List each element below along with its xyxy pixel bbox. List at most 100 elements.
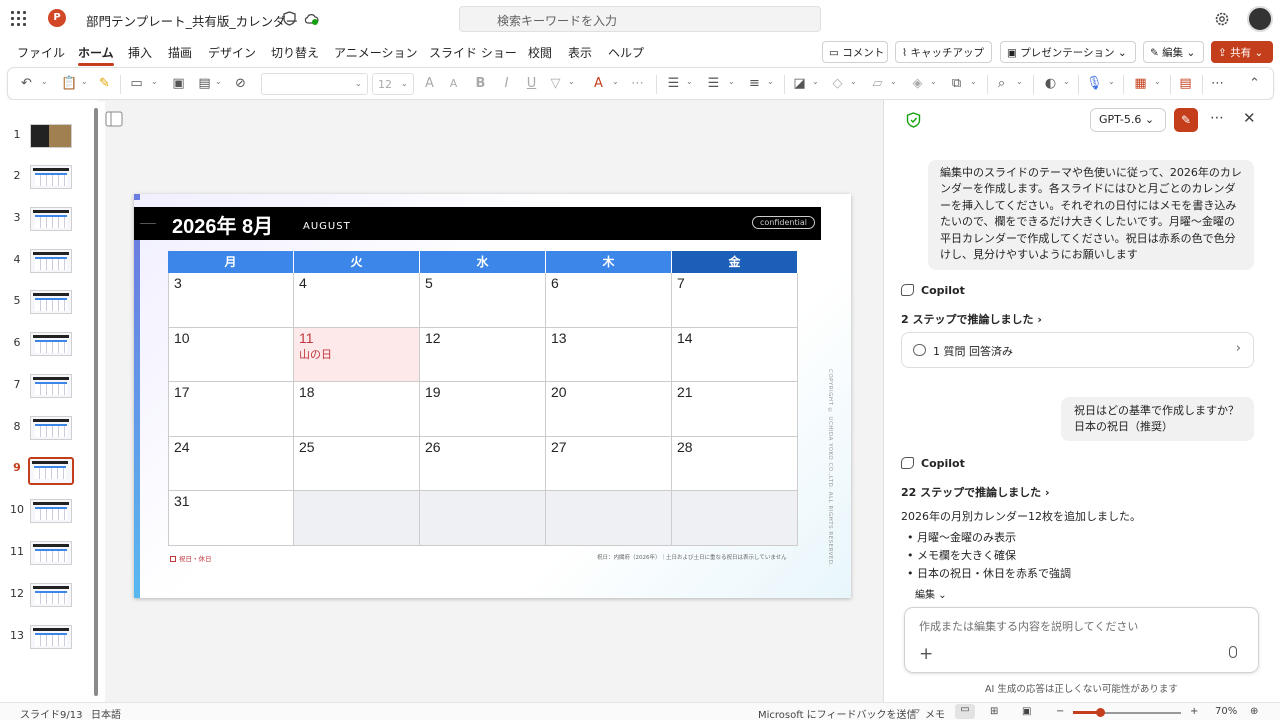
calendar-cell[interactable]: 4	[294, 273, 420, 328]
tab-view[interactable]: 表示	[568, 44, 592, 61]
normal-view-icon[interactable]: ▭	[955, 704, 975, 719]
font-family-select[interactable]: ⌄	[261, 73, 368, 95]
calendar-cell[interactable]	[546, 491, 672, 546]
calendar-cell[interactable]: 26	[420, 436, 546, 492]
chevron-down-icon[interactable]: ⌄	[930, 77, 938, 86]
add-ins-icon[interactable]: ▤	[1178, 76, 1193, 91]
edit-mode-button[interactable]: ✎ 編集 ⌄	[1143, 41, 1204, 63]
tab-draw[interactable]: 描画	[168, 44, 192, 61]
slide-thumbnail-3[interactable]	[30, 207, 72, 231]
chevron-down-icon[interactable]: ⌄	[41, 77, 49, 86]
model-selector[interactable]: GPT-5.6 ⌄	[1090, 108, 1166, 132]
calendar-cell[interactable]: 7	[672, 273, 798, 328]
zoom-level[interactable]: 70%	[1215, 706, 1237, 717]
search-input[interactable]: 検索キーワードを入力	[459, 6, 821, 32]
calendar-cell[interactable]	[294, 491, 420, 546]
thumbnails-scrollbar[interactable]	[94, 108, 98, 696]
zoom-slider-thumb[interactable]	[1096, 708, 1105, 717]
chevron-down-icon[interactable]: ⌄	[1115, 47, 1127, 59]
slide-thumbnail-9[interactable]	[28, 457, 74, 485]
slide-thumbnail-5[interactable]	[30, 290, 72, 314]
tab-file[interactable]: ファイル	[17, 44, 65, 61]
bullets-icon[interactable]: ☰	[666, 76, 681, 91]
zoom-out-icon[interactable]: −	[1056, 706, 1064, 717]
align-icon[interactable]: ≡	[747, 76, 762, 91]
calendar-cell[interactable]: 25	[294, 436, 420, 492]
chevron-down-icon[interactable]: ⌄	[1108, 77, 1116, 86]
calendar-cell[interactable]: 3	[168, 273, 294, 328]
calendar-cell[interactable]: 13	[546, 327, 672, 383]
reasoning-steps-toggle[interactable]: 22 ステップで推論しました ›	[901, 484, 1050, 500]
calendar-cell[interactable]: 10	[168, 327, 294, 383]
calendar-cell[interactable]: 28	[672, 436, 798, 492]
slide-subtitle[interactable]: AUGUST	[303, 221, 351, 232]
comment-button[interactable]: ▭ コメント	[822, 41, 888, 63]
slide-title[interactable]: 2026年 8月	[172, 210, 273, 239]
sidebar-toggle-icon[interactable]	[105, 111, 123, 127]
arrange-icon[interactable]: ⧉	[949, 76, 964, 91]
calendar-cell[interactable]: 12	[420, 327, 546, 383]
tab-animations[interactable]: アニメーション	[334, 44, 418, 61]
new-slide-icon[interactable]: ▭	[129, 76, 144, 91]
notes-icon[interactable]: ▱	[912, 706, 920, 717]
calendar-cell[interactable]: 27	[546, 436, 672, 492]
feedback-link[interactable]: Microsoft にフィードバックを送信	[758, 706, 917, 721]
chevron-down-icon[interactable]: ⌄	[612, 77, 620, 86]
slide-thumbnail-12[interactable]	[30, 583, 72, 607]
edit-dropdown[interactable]: 編集 ⌄	[915, 586, 947, 601]
shape-fill-icon[interactable]: ◇	[830, 76, 845, 91]
slide-thumbnail-8[interactable]	[30, 416, 72, 440]
calendar-cell[interactable]: 20	[546, 382, 672, 437]
slide-sorter-icon[interactable]: ⊞	[990, 706, 998, 717]
calendar-cell[interactable]: 14	[672, 327, 798, 383]
calendar-cell[interactable]: 17	[168, 382, 294, 437]
chevron-down-icon[interactable]: ⌄	[890, 77, 898, 86]
designer-icon[interactable]: ▦	[1133, 76, 1148, 91]
chevron-down-icon[interactable]: ⌄	[850, 77, 858, 86]
slide-thumbnail-2[interactable]	[30, 165, 72, 189]
tab-transitions[interactable]: 切り替え	[271, 44, 319, 61]
format-painter-icon[interactable]: ✎	[97, 76, 112, 91]
chevron-down-icon[interactable]: ⌄	[686, 77, 694, 86]
calendar-cell[interactable]: 19	[420, 382, 546, 437]
gear-icon[interactable]	[1214, 11, 1230, 27]
tab-home[interactable]: ホーム	[78, 44, 114, 66]
microphone-icon[interactable]	[1229, 646, 1237, 658]
chevron-down-icon[interactable]: ⌄	[81, 77, 89, 86]
calendar-cell[interactable]: 21	[672, 382, 798, 437]
chevron-down-icon[interactable]: ⌄	[812, 77, 820, 86]
slide-thumbnail-13[interactable]	[30, 625, 72, 649]
close-icon[interactable]: ✕	[1243, 109, 1256, 127]
sensitivity-icon[interactable]: ◐	[1043, 76, 1058, 91]
sensitivity-shield-icon[interactable]	[283, 11, 296, 26]
font-size-select[interactable]: 12 ⌄	[372, 73, 414, 95]
calendar-cell[interactable]: 18	[294, 382, 420, 437]
italic-icon[interactable]: I	[499, 76, 514, 91]
chevron-down-icon[interactable]: ⌄	[215, 77, 223, 86]
chevron-down-icon[interactable]: ⌄	[151, 77, 159, 86]
question-answered-card[interactable]: 1 質問 回答済み ›	[901, 332, 1254, 368]
slide-thumbnail-6[interactable]	[30, 332, 72, 356]
numbering-icon[interactable]: ☰	[706, 76, 721, 91]
share-button[interactable]: ⇪ 共有 ⌄	[1211, 41, 1273, 63]
shape-effects-icon[interactable]: ◈	[910, 76, 925, 91]
slide-9[interactable]: 2026年 8月 AUGUST confidential 月火水木金 3 4 5 6 7 1…	[134, 194, 851, 598]
chevron-down-icon[interactable]: ⌄	[1016, 77, 1024, 86]
more-options-icon[interactable]: ⋯	[1210, 110, 1224, 126]
undo-icon[interactable]: ↶	[19, 76, 34, 91]
document-title[interactable]: 部門テンプレート_共有版_カレンダー	[86, 11, 298, 30]
chevron-down-icon[interactable]: ⌄	[728, 77, 736, 86]
cloud-saved-icon[interactable]	[304, 12, 319, 26]
highlight-icon[interactable]: ▽	[548, 76, 563, 91]
slide-thumbnail-11[interactable]	[30, 541, 72, 565]
underline-icon[interactable]: U	[524, 76, 539, 91]
chevron-down-icon[interactable]: ⌄	[1063, 77, 1071, 86]
slide-thumbnail-10[interactable]	[30, 499, 72, 523]
paste-icon[interactable]: 📋	[61, 76, 77, 91]
more-options-icon[interactable]: ⋯	[1210, 76, 1225, 91]
layout-icon[interactable]: ▤	[197, 76, 212, 91]
tab-design[interactable]: デザイン	[208, 44, 256, 61]
calendar-cell[interactable]	[420, 491, 546, 546]
calendar-table[interactable]: 月火水木金 3 4 5 6 7 10 11 山の日 12 13 14 17 18 19 20 21 24 25 26 2…	[168, 251, 798, 547]
tab-help[interactable]: ヘルプ	[608, 44, 644, 61]
